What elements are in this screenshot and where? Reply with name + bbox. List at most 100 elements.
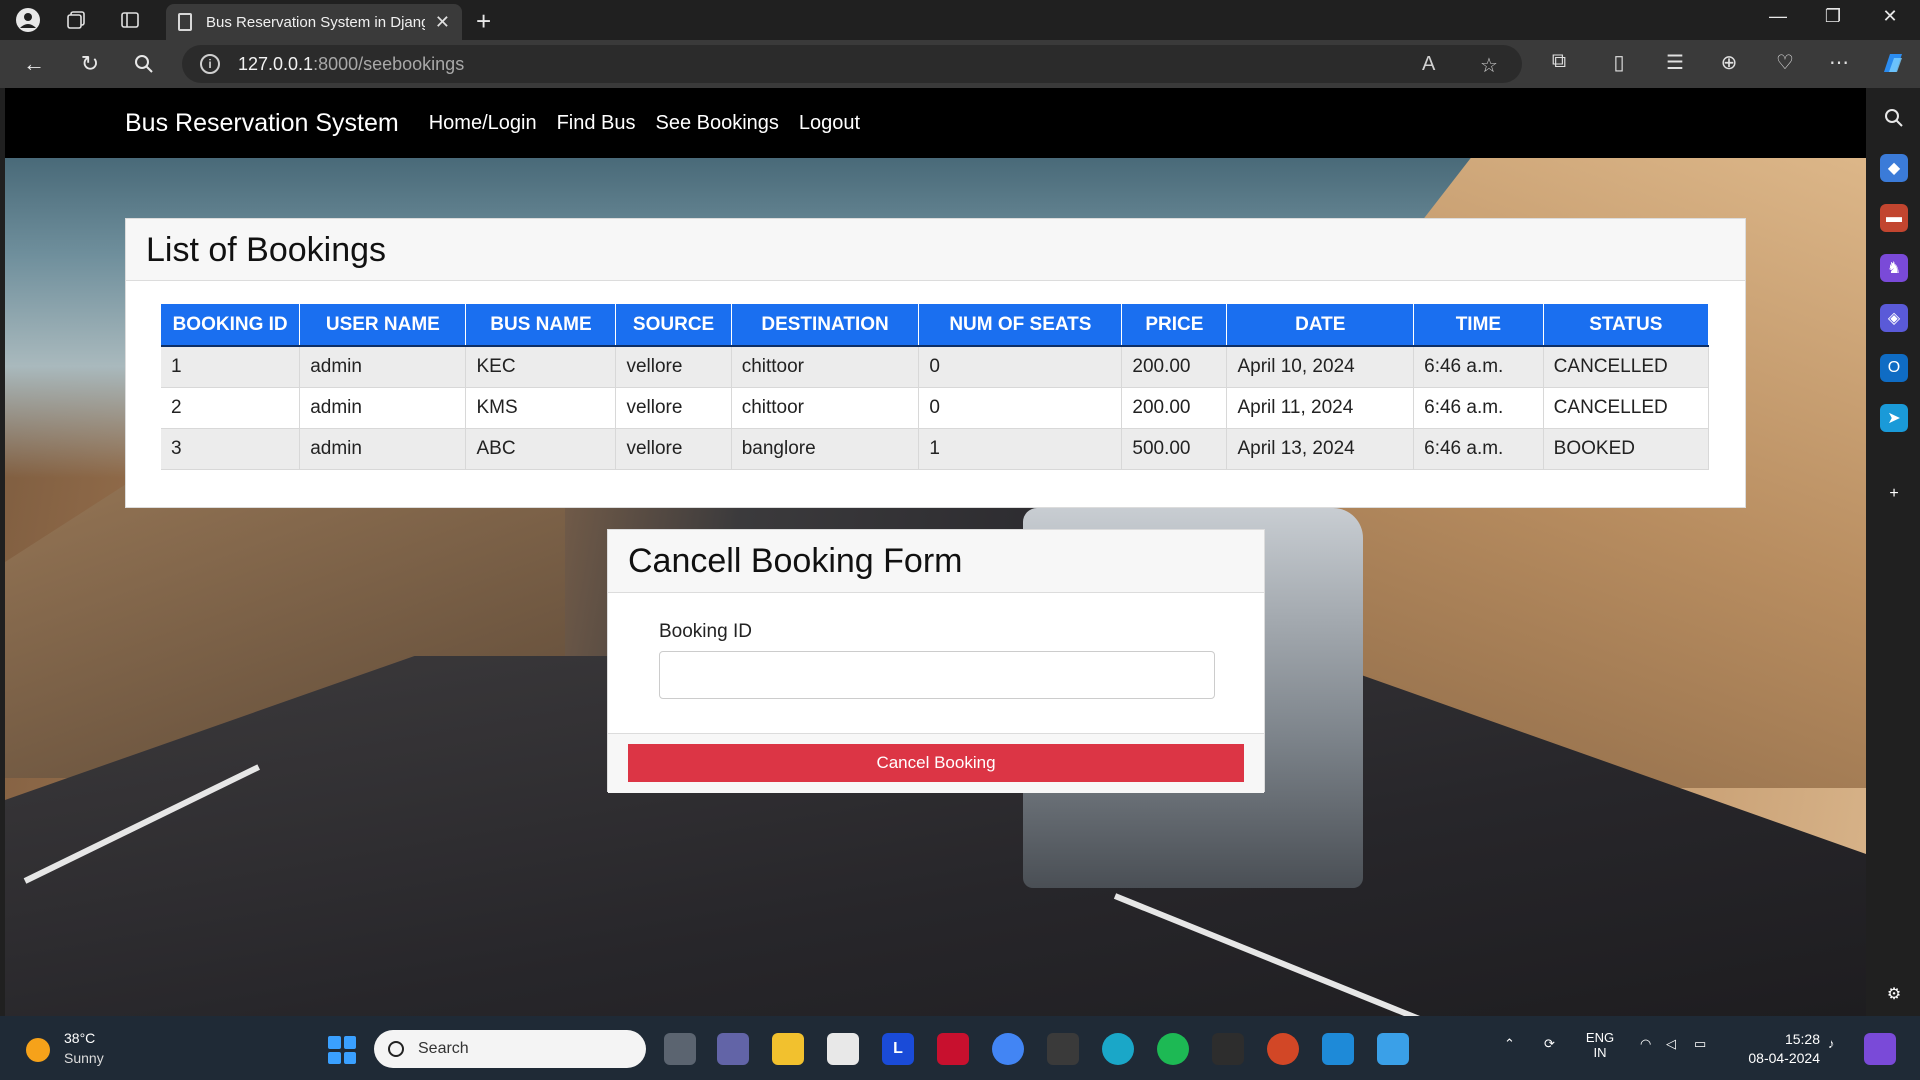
wifi-icon[interactable]: ◠ bbox=[1640, 1036, 1651, 1052]
table-cell: 6:46 a.m. bbox=[1413, 387, 1544, 429]
add-sidebar-icon[interactable]: + bbox=[1880, 480, 1908, 508]
copilot-sidebar-icon[interactable]: ◈ bbox=[1880, 304, 1908, 332]
meet-icon[interactable] bbox=[717, 1033, 749, 1065]
booking-id-input[interactable] bbox=[659, 651, 1215, 699]
edge-sidebar: ◆ ▬ ♞ ◈ O ➤ + ⚙ bbox=[1868, 88, 1920, 1016]
status-cell: CANCELLED bbox=[1543, 387, 1710, 429]
restore-icon[interactable]: ❐ bbox=[1813, 6, 1853, 27]
table-cell: April 10, 2024 bbox=[1226, 346, 1415, 388]
column-header: DATE bbox=[1226, 304, 1415, 347]
column-header: TIME bbox=[1413, 304, 1544, 347]
battery-app-icon[interactable] bbox=[1047, 1033, 1079, 1065]
back-icon[interactable]: ← bbox=[18, 48, 50, 80]
lens-app-icon[interactable]: L bbox=[882, 1033, 914, 1065]
table-cell: 200.00 bbox=[1121, 387, 1228, 429]
cancel-form-title: Cancell Booking Form bbox=[628, 542, 963, 580]
windows-start-icon[interactable] bbox=[328, 1036, 356, 1064]
more-menu-icon[interactable]: ⋯ bbox=[1824, 50, 1854, 75]
nav-home-login[interactable]: Home/Login bbox=[429, 112, 537, 135]
column-header: DESTINATION bbox=[731, 304, 920, 347]
sidebar-search-icon[interactable] bbox=[1880, 104, 1908, 132]
profile-icon[interactable] bbox=[14, 6, 42, 34]
browser-tab-active[interactable]: Bus Reservation System in Djang ✕ bbox=[166, 4, 462, 40]
battery-icon[interactable]: ▭ bbox=[1694, 1036, 1706, 1052]
send-icon[interactable]: ➤ bbox=[1880, 404, 1908, 432]
region-code: IN bbox=[1593, 1045, 1607, 1060]
powerpoint-icon[interactable] bbox=[1267, 1033, 1299, 1065]
sync-icon[interactable]: ⟳ bbox=[1544, 1036, 1555, 1052]
chrome-icon[interactable] bbox=[992, 1033, 1024, 1065]
weather-sun-icon[interactable] bbox=[26, 1038, 50, 1062]
table-cell: vellore bbox=[615, 428, 732, 470]
table-cell: KMS bbox=[465, 387, 617, 429]
table-cell: 3 bbox=[161, 428, 301, 470]
file-explorer-icon[interactable] bbox=[772, 1033, 804, 1065]
weather-temperature[interactable]: 38°C bbox=[64, 1030, 95, 1046]
spotify-icon[interactable] bbox=[1157, 1033, 1189, 1065]
table-cell: 1 bbox=[918, 428, 1123, 470]
column-header: NUM OF SEATS bbox=[918, 304, 1123, 347]
table-cell: banglore bbox=[731, 428, 920, 470]
nav-logout[interactable]: Logout bbox=[799, 112, 860, 135]
browser-toolbar: ← ↻ i 127.0.0.1:8000/seebookings A ☆ ⧉ ▯… bbox=[0, 40, 1920, 88]
language-indicator[interactable]: ENG IN bbox=[1580, 1030, 1620, 1060]
table-cell: vellore bbox=[615, 387, 732, 429]
tab-actions-icon[interactable] bbox=[116, 6, 144, 34]
outlook-icon[interactable]: O bbox=[1880, 354, 1908, 382]
workspaces-icon[interactable] bbox=[62, 6, 90, 34]
tab-title: Bus Reservation System in Djang bbox=[206, 13, 425, 31]
new-tab-icon[interactable]: + bbox=[476, 6, 491, 37]
edge-icon[interactable] bbox=[1102, 1033, 1134, 1065]
tools-icon[interactable]: ▬ bbox=[1880, 204, 1908, 232]
refresh-icon[interactable]: ↻ bbox=[74, 48, 106, 80]
task-view-icon[interactable] bbox=[664, 1033, 696, 1065]
taskbar-clock[interactable]: 15:28 08-04-2024 bbox=[1730, 1030, 1820, 1068]
minimize-icon[interactable]: — bbox=[1758, 6, 1798, 27]
copilot-taskbar-icon[interactable] bbox=[1864, 1033, 1896, 1065]
booking-id-label: Booking ID bbox=[659, 621, 752, 642]
tray-chevron-icon[interactable]: ⌃ bbox=[1504, 1036, 1515, 1052]
browser-titlebar: Bus Reservation System in Djang ✕ + — ❐ … bbox=[0, 0, 1920, 40]
terminal-icon[interactable] bbox=[1212, 1033, 1244, 1065]
cancel-booking-button[interactable]: Cancel Booking bbox=[628, 744, 1244, 782]
table-row: 1 admin KEC vellore chittoor 0 200.00 Ap… bbox=[161, 346, 1710, 388]
taskbar-search[interactable]: Search bbox=[374, 1030, 646, 1068]
table-cell: 200.00 bbox=[1121, 346, 1228, 388]
table-cell: 6:46 a.m. bbox=[1413, 346, 1544, 388]
table-row: 3 admin ABC vellore banglore 1 500.00 Ap… bbox=[161, 428, 1710, 470]
notification-bell-icon[interactable]: ♪ bbox=[1828, 1036, 1835, 1051]
taskbar-search-label: Search bbox=[418, 1040, 469, 1057]
photos-icon[interactable] bbox=[1377, 1033, 1409, 1065]
table-cell: ABC bbox=[465, 428, 617, 470]
store-icon[interactable] bbox=[827, 1033, 859, 1065]
cancel-booking-card: Cancell Booking Form Booking ID Cancel B… bbox=[607, 529, 1265, 793]
app-navbar: Bus Reservation System Home/Login Find B… bbox=[5, 88, 1866, 158]
extensions-icon[interactable]: ⧉ bbox=[1544, 50, 1574, 73]
close-window-icon[interactable]: ✕ bbox=[1870, 6, 1910, 27]
nav-find-bus[interactable]: Find Bus bbox=[557, 112, 636, 135]
vscode-icon[interactable] bbox=[1322, 1033, 1354, 1065]
mcafee-icon[interactable] bbox=[937, 1033, 969, 1065]
site-info-icon[interactable]: i bbox=[200, 54, 220, 74]
close-tab-icon[interactable]: ✕ bbox=[435, 12, 450, 33]
sidebar-settings-icon[interactable]: ⚙ bbox=[1880, 980, 1908, 1008]
split-screen-icon[interactable]: ▯ bbox=[1604, 50, 1634, 75]
browser-essentials-icon[interactable]: ♡ bbox=[1770, 50, 1800, 75]
table-cell: admin bbox=[299, 387, 467, 429]
collections-icon[interactable]: ⊕ bbox=[1714, 50, 1744, 75]
weather-condition[interactable]: Sunny bbox=[64, 1050, 104, 1066]
column-header: BUS NAME bbox=[465, 304, 617, 347]
games-icon[interactable]: ♞ bbox=[1880, 254, 1908, 282]
cancel-form-footer: Cancel Booking bbox=[608, 733, 1264, 793]
nav-see-bookings[interactable]: See Bookings bbox=[656, 112, 779, 135]
copilot-icon[interactable] bbox=[1878, 50, 1908, 82]
shopping-tag-icon[interactable]: ◆ bbox=[1880, 154, 1908, 182]
brand-title[interactable]: Bus Reservation System bbox=[125, 109, 399, 138]
favorites-icon[interactable]: ☰ bbox=[1660, 50, 1690, 75]
address-bar[interactable]: i 127.0.0.1:8000/seebookings A ☆ bbox=[182, 45, 1522, 83]
read-aloud-icon[interactable]: A bbox=[1422, 53, 1435, 76]
column-header: SOURCE bbox=[615, 304, 732, 347]
volume-icon[interactable]: ◁ bbox=[1666, 1036, 1676, 1052]
favorite-star-icon[interactable]: ☆ bbox=[1480, 53, 1498, 78]
search-icon[interactable] bbox=[128, 48, 160, 80]
